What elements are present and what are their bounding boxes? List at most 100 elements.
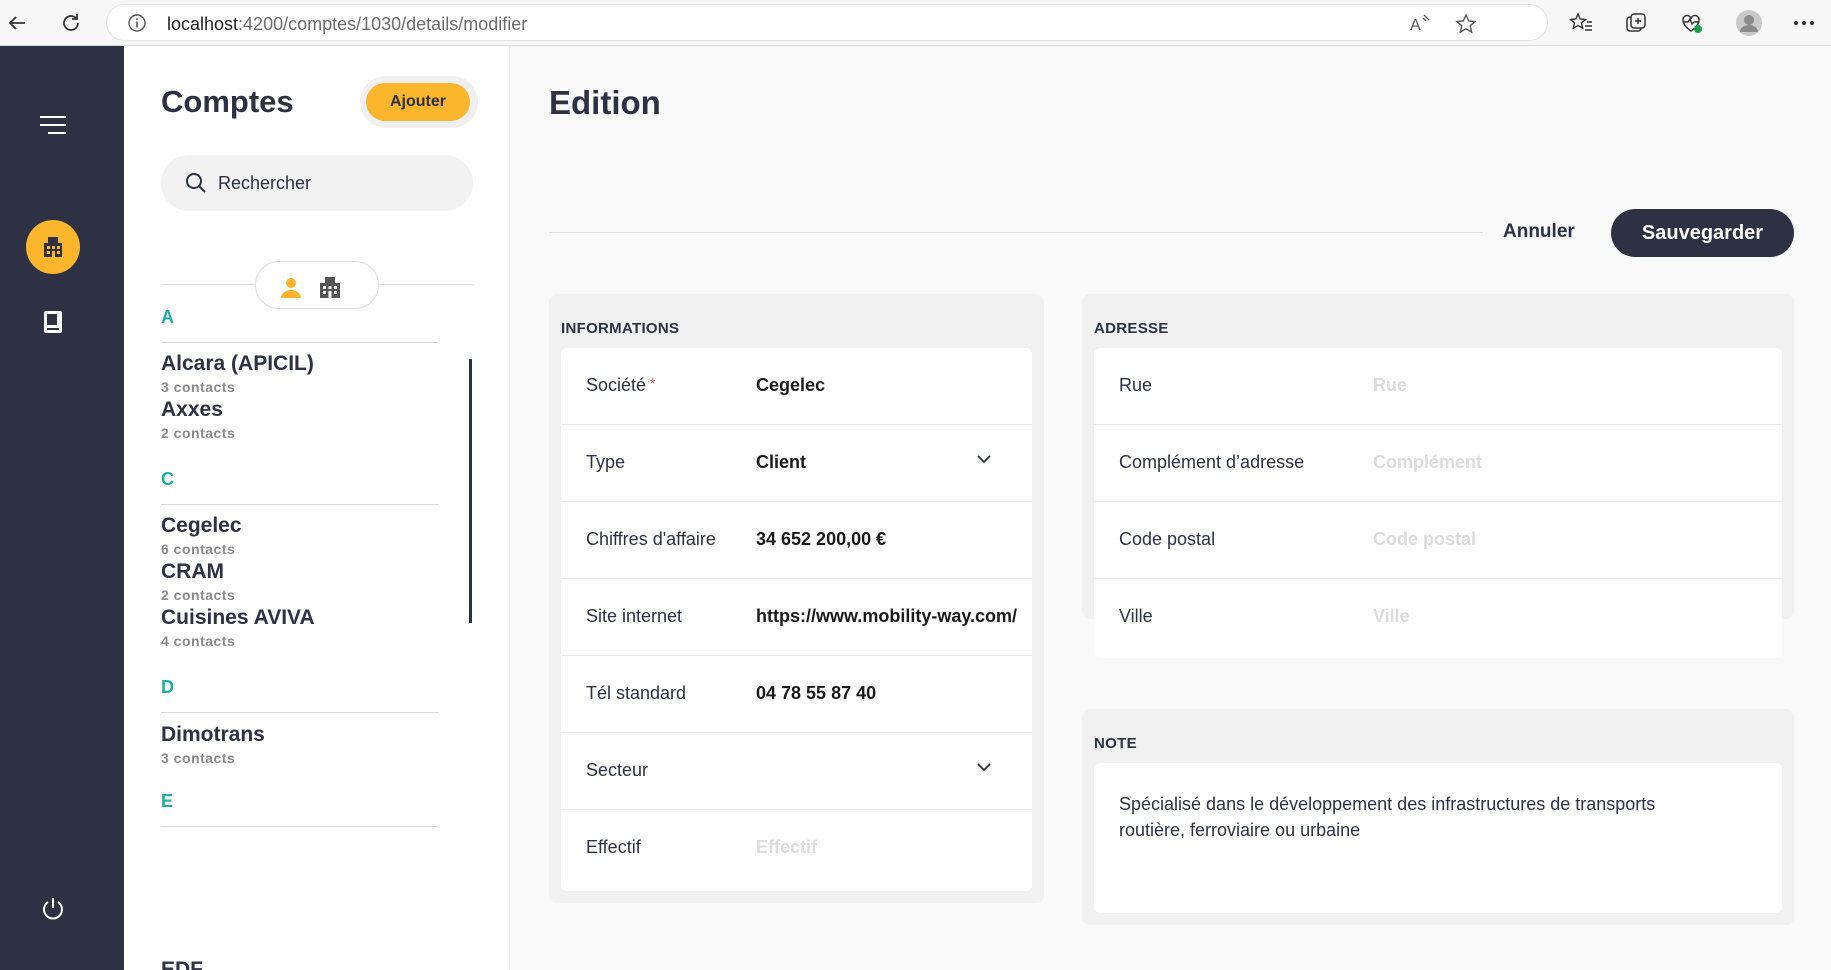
required-marker: *: [650, 375, 656, 391]
search-input[interactable]: Rechercher: [161, 155, 473, 211]
note-text[interactable]: Spécialisé dans le développement des inf…: [1119, 791, 1719, 843]
chevron-down-icon[interactable]: [976, 454, 992, 464]
svg-text:A: A: [1410, 17, 1421, 34]
account-contacts: 3 contacts: [161, 379, 236, 395]
profile-avatar-icon[interactable]: [1733, 7, 1765, 39]
list-scrollbar[interactable]: [469, 359, 472, 623]
note-textarea[interactable]: Spécialisé dans le développement des inf…: [1094, 763, 1782, 913]
ville-label: Ville: [1119, 606, 1153, 626]
read-aloud-icon[interactable]: A: [1407, 11, 1433, 37]
secteur-label: Secteur: [586, 760, 649, 780]
adresse-title: ADRESSE: [1094, 320, 1169, 337]
accounts-list-panel: Comptes Ajouter Rechercher A Alcara (API…: [124, 46, 510, 970]
add-account-button[interactable]: Ajouter: [366, 83, 470, 121]
type-value[interactable]: Client: [756, 452, 806, 473]
contact-person-icon[interactable]: [277, 273, 305, 301]
url-host: localhost: [167, 14, 239, 34]
group-letter-d: D: [161, 677, 174, 697]
tel-label: Tél standard: [586, 683, 687, 703]
complement-field[interactable]: Complément d’adresse Complément: [1094, 425, 1782, 502]
save-button[interactable]: Sauvegarder: [1611, 209, 1794, 257]
nav-book-icon[interactable]: [26, 295, 80, 349]
ville-field[interactable]: Ville Ville: [1094, 579, 1782, 656]
back-icon[interactable]: [0, 6, 34, 40]
list-title: Comptes: [161, 84, 294, 119]
account-contacts: 2 contacts: [161, 587, 236, 603]
informations-fields: Société * Cegelec Type Client Chiffres d'…: [561, 348, 1032, 891]
tel-value[interactable]: 04 78 55 87 40: [756, 683, 876, 704]
group-divider: [161, 342, 438, 343]
account-contacts: 4 contacts: [161, 633, 236, 649]
code-postal-label: Code postal: [1119, 529, 1216, 549]
note-title: NOTE: [1094, 735, 1137, 752]
effectif-placeholder[interactable]: Effectif: [756, 837, 817, 858]
collections-icon[interactable]: [1620, 7, 1652, 39]
account-name-alcara[interactable]: Alcara (APICIL): [161, 352, 314, 376]
search-placeholder: Rechercher: [218, 173, 312, 193]
informations-title: INFORMATIONS: [561, 320, 680, 337]
page-title: Edition: [549, 84, 661, 121]
complement-placeholder[interactable]: Complément: [1373, 452, 1482, 473]
rue-label: Rue: [1119, 375, 1153, 395]
ca-label: Chiffres d'affaire: [586, 529, 716, 549]
browser-toolbar: localhost:4200/comptes/1030/details/modi…: [0, 0, 1831, 46]
address-bar[interactable]: localhost:4200/comptes/1030/details/modi…: [106, 4, 1548, 41]
type-select[interactable]: Type Client: [561, 425, 1032, 502]
societe-label-text: Société: [586, 375, 647, 395]
code-postal-field[interactable]: Code postal Code postal: [1094, 502, 1782, 579]
menu-icon[interactable]: [26, 98, 80, 152]
nav-accounts-icon[interactable]: [26, 220, 80, 274]
group-divider: [161, 504, 438, 505]
group-letter-a: A: [161, 307, 174, 327]
company-building-icon[interactable]: [316, 273, 344, 301]
rue-field[interactable]: Rue Rue: [1094, 348, 1782, 425]
info-icon[interactable]: [127, 13, 147, 38]
ca-field[interactable]: Chiffres d'affaire 34 652 200,00 €: [561, 502, 1032, 579]
ca-value[interactable]: 34 652 200,00 €: [756, 529, 886, 550]
account-name-dimotrans[interactable]: Dimotrans: [161, 723, 265, 747]
refresh-icon[interactable]: [54, 6, 88, 40]
group-divider: [161, 712, 438, 713]
account-name-axxes[interactable]: Axxes: [161, 398, 223, 422]
ville-placeholder[interactable]: Ville: [1373, 606, 1410, 627]
view-toggle: [255, 261, 379, 309]
note-card: NOTE Spécialisé dans le développement de…: [1082, 709, 1794, 925]
account-name-cegelec[interactable]: Cegelec: [161, 514, 242, 538]
account-name-cuisines-aviva[interactable]: Cuisines AVIVA: [161, 606, 315, 630]
account-name-edf[interactable]: EDF: [161, 958, 203, 970]
group-letter-e: E: [161, 791, 174, 811]
site-label: Site internet: [586, 606, 683, 626]
adresse-card: ADRESSE Rue Rue Complément d’adresse Com…: [1082, 294, 1794, 658]
code-postal-placeholder[interactable]: Code postal: [1373, 529, 1476, 550]
effectif-field[interactable]: Effectif Effectif: [561, 810, 1032, 887]
account-contacts: 6 contacts: [161, 541, 236, 557]
tel-field[interactable]: Tél standard 04 78 55 87 40: [561, 656, 1032, 733]
add-button-wrap: Ajouter: [360, 76, 478, 128]
group-divider: [161, 826, 438, 827]
browser-essentials-icon[interactable]: [1675, 7, 1707, 39]
favorites-icon[interactable]: [1565, 7, 1597, 39]
site-value[interactable]: https://www.mobility-way.com/: [756, 606, 1017, 627]
account-contacts: 2 contacts: [161, 425, 236, 441]
logout-power-icon[interactable]: [26, 882, 80, 936]
type-label: Type: [586, 452, 626, 472]
informations-card: INFORMATIONS Société * Cegelec Type Clien…: [549, 294, 1044, 903]
account-name-cram[interactable]: CRAM: [161, 560, 224, 584]
adresse-fields: Rue Rue Complément d’adresse Complément …: [1094, 348, 1782, 658]
societe-field[interactable]: Société * Cegelec: [561, 348, 1032, 425]
chevron-down-icon[interactable]: [976, 762, 992, 772]
search-icon: [186, 173, 206, 193]
complement-label: Complément d’adresse: [1119, 452, 1305, 472]
site-field[interactable]: Site internet https://www.mobility-way.c…: [561, 579, 1032, 656]
rue-placeholder[interactable]: Rue: [1373, 375, 1407, 396]
url-path: :4200/comptes/1030/details/modifier: [238, 14, 528, 34]
cancel-button[interactable]: Annuler: [1503, 221, 1575, 243]
societe-value[interactable]: Cegelec: [756, 375, 825, 396]
header-divider: [549, 232, 1483, 233]
account-contacts: 3 contacts: [161, 750, 236, 766]
group-letter-c: C: [161, 469, 174, 489]
more-options-icon[interactable]: [1788, 7, 1820, 39]
effectif-label: Effectif: [586, 837, 641, 857]
favorite-star-icon[interactable]: [1453, 11, 1479, 37]
secteur-select[interactable]: Secteur: [561, 733, 1032, 810]
